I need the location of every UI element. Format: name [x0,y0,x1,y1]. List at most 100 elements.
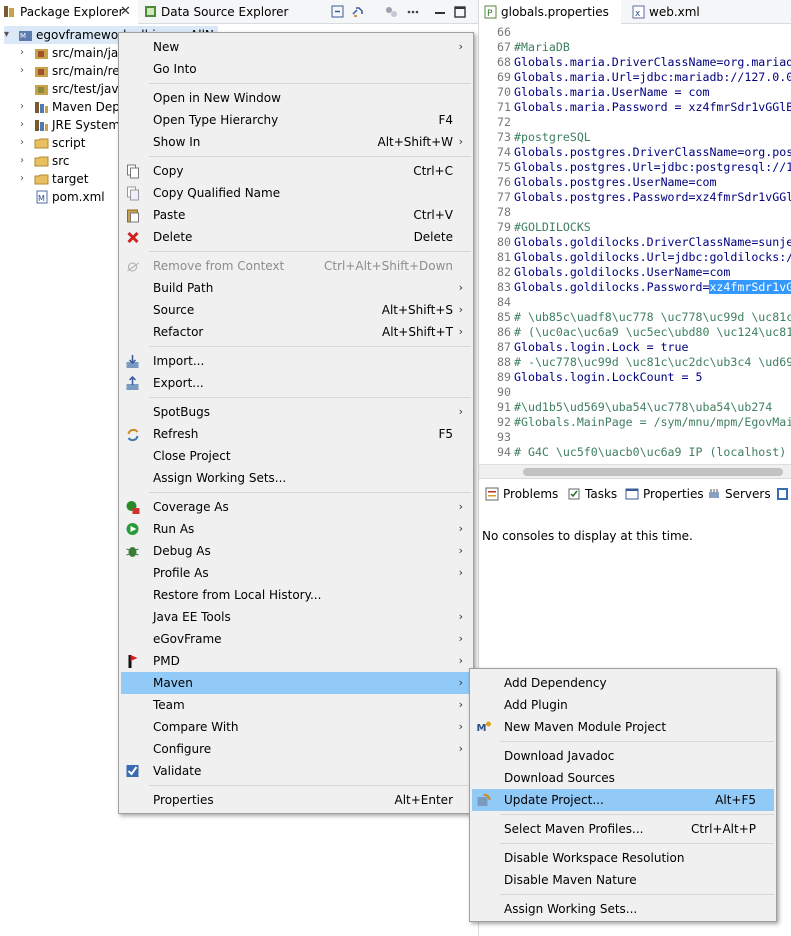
code-line[interactable]: 68 Globals.maria.DriverClassName=org.mari… [479,55,791,70]
menu-item-build-path[interactable]: Build Path › [121,277,471,299]
tab-problems[interactable]: Problems [483,485,558,503]
maximize-icon[interactable] [452,4,468,20]
code-line[interactable]: 66 [479,25,514,40]
tree-item-src-main-resources[interactable]: › src/main/resources [20,62,166,80]
code-line[interactable]: 67 #MariaDB [479,40,570,55]
code-line[interactable]: 78 [479,205,514,220]
menu-item-add-dependency[interactable]: Add Dependency [472,672,774,694]
expand-arrow[interactable]: › [20,170,32,188]
code-line[interactable]: 77 Globals.postgres.Password=xz4fmrSdr1vG… [479,190,791,205]
code-line[interactable]: 72 [479,115,514,130]
tab-package-explorer[interactable]: Package Explorer ✕ [0,0,138,24]
tree-item-maven-dependencies[interactable]: › Maven Dependencies [20,98,181,116]
menu-item-show-in[interactable]: Show In Alt+Shift+W › [121,131,471,153]
menu-item-spotbugs[interactable]: SpotBugs › [121,401,471,423]
menu-item-configure[interactable]: Configure › [121,738,471,760]
menu-item-validate[interactable]: Validate [121,760,471,782]
code-line[interactable]: 82 Globals.goldilocks.UserName=com [479,265,730,280]
code-line[interactable]: 83 Globals.goldilocks.Password=xz4fmrSdr1… [479,280,791,295]
menu-item-new[interactable]: New › [121,36,471,58]
menu-item-paste[interactable]: Paste Ctrl+V [121,204,471,226]
code-line[interactable]: 81 Globals.goldilocks.Url=jdbc:goldilocks… [479,250,791,265]
tree-item-jre-system-library[interactable]: › JRE System Library [20,116,166,134]
menu-item-source[interactable]: Source Alt+Shift+S › [121,299,471,321]
menu-item-egovframe[interactable]: eGovFrame › [121,628,471,650]
code-line[interactable]: 84 [479,295,514,310]
code-line[interactable]: 86 # (\uc0ac\uc6a9 \uc5ec\ubd80 \uc124\uc… [479,325,791,340]
menu-item-team[interactable]: Team › [121,694,471,716]
filter-icon[interactable] [383,4,399,20]
code-line[interactable]: 85 # \ub85c\uadf8\uc778 \uc778\uc99d \uc8… [479,310,791,325]
scrollbar-thumb[interactable] [523,468,783,476]
tree-item-pom-xml[interactable]: M pom.xml [20,188,120,206]
tab-tasks[interactable]: Tasks [565,485,617,503]
menu-item-copy[interactable]: Copy Ctrl+C [121,160,471,182]
menu-item-export[interactable]: Export... [121,372,471,394]
menu-item-open-type-hierarchy[interactable]: Open Type Hierarchy F4 [121,109,471,131]
tab-web-xml[interactable]: x web.xml [627,0,727,24]
menu-item-download-sources[interactable]: Download Sources [472,767,774,789]
menu-item-java-ee-tools[interactable]: Java EE Tools › [121,606,471,628]
menu-item-refresh[interactable]: Refresh F5 [121,423,471,445]
code-line[interactable]: 69 Globals.maria.Url=jdbc:mariadb://127.0… [479,70,791,85]
view-menu-icon[interactable] [405,4,421,20]
tree-item-src-test-java[interactable]: src/test/java [20,80,126,98]
code-line[interactable]: 75 Globals.postgres.Url=jdbc:postgresql:/… [479,160,791,175]
menu-item-copy-qualified-name[interactable]: Copy Qualified Name [121,182,471,204]
code-editor[interactable]: 66 67 #MariaDB 68 Globals.maria.DriverClassN… [479,24,791,464]
tree-item-src-main-java[interactable]: › src/main/java [20,44,133,62]
collapse-all-icon[interactable] [330,4,346,20]
tab-servers[interactable]: Servers [705,485,771,503]
minimize-icon[interactable] [432,4,448,20]
menu-item-restore-from-local-history[interactable]: Restore from Local History... [121,584,471,606]
expand-arrow[interactable]: › [20,98,32,116]
book-icon[interactable] [776,486,790,502]
code-line[interactable]: 73 #postgreSQL [479,130,591,145]
expand-arrow[interactable]: › [20,152,32,170]
menu-item-run-as[interactable]: Run As › [121,518,471,540]
menu-item-open-in-new-window[interactable]: Open in New Window [121,87,471,109]
menu-item-add-plugin[interactable]: Add Plugin [472,694,774,716]
horizontal-scrollbar[interactable] [479,464,791,478]
code-line[interactable]: 70 Globals.maria.UserName = com [479,85,709,100]
menu-item-update-project[interactable]: Update Project... Alt+F5 [472,789,774,811]
expand-arrow[interactable]: › [20,116,32,134]
code-line[interactable]: 89 Globals.login.LockCount = 5 [479,370,702,385]
menu-item-properties[interactable]: Properties Alt+Enter [121,789,471,811]
code-line[interactable]: 74 Globals.postgres.DriverClassName=org.p… [479,145,791,160]
menu-item-new-maven-module-project[interactable]: M New Maven Module Project [472,716,774,738]
menu-item-assign-working-sets[interactable]: Assign Working Sets... [121,467,471,489]
menu-item-close-project[interactable]: Close Project [121,445,471,467]
expand-arrow[interactable]: › [20,134,32,152]
code-line[interactable]: 87 Globals.login.Lock = true [479,340,688,355]
menu-item-disable-maven-nature[interactable]: Disable Maven Nature [472,869,774,891]
menu-item-profile-as[interactable]: Profile As › [121,562,471,584]
code-line[interactable]: 92 #Globals.MainPage = /sym/mnu/mpm/EgovM… [479,415,791,430]
menu-item-maven[interactable]: Maven › [121,672,471,694]
expand-arrow[interactable]: › [20,62,32,80]
menu-item-pmd[interactable]: PMD › [121,650,471,672]
tab-globals-properties[interactable]: P globals.properties [479,0,621,24]
menu-item-compare-with[interactable]: Compare With › [121,716,471,738]
expand-arrow[interactable]: › [20,44,32,62]
menu-item-coverage-as[interactable]: Coverage As › [121,496,471,518]
code-line[interactable]: 94 # G4C \uc5f0\uacb0\uc6a9 IP (localhost… [479,445,786,460]
close-icon[interactable]: ✕ [120,0,131,24]
tab-properties[interactable]: Properties [623,485,704,503]
link-with-editor-icon[interactable] [350,4,366,20]
code-line[interactable]: 93 [479,430,514,445]
code-line[interactable]: 88 # -\uc778\uc99d \uc81c\uc2dc\ub3c4 \ud… [479,355,791,370]
menu-item-select-maven-profiles[interactable]: Select Maven Profiles... Ctrl+Alt+P [472,818,774,840]
code-line[interactable]: 80 Globals.goldilocks.DriverClassName=sun… [479,235,791,250]
code-line[interactable]: 76 Globals.postgres.UserName=com [479,175,716,190]
menu-item-disable-workspace-resolution[interactable]: Disable Workspace Resolution [472,847,774,869]
code-line[interactable]: 71 Globals.maria.Password = xz4fmrSdr1vGG… [479,100,791,115]
tree-item-target[interactable]: › target [20,170,120,188]
code-line[interactable]: 79 #GOLDILOCKS [479,220,591,235]
menu-item-delete[interactable]: Delete Delete [121,226,471,248]
expand-arrow[interactable]: ▾ [4,26,16,44]
tree-item-src[interactable]: › src [20,152,120,170]
menu-item-assign-working-sets[interactable]: Assign Working Sets... [472,898,774,920]
code-line[interactable]: 91 #\ud1b5\ud569\uba54\uc778\uba54\ub274 [479,400,772,415]
tree-item-script[interactable]: › script [20,134,120,152]
